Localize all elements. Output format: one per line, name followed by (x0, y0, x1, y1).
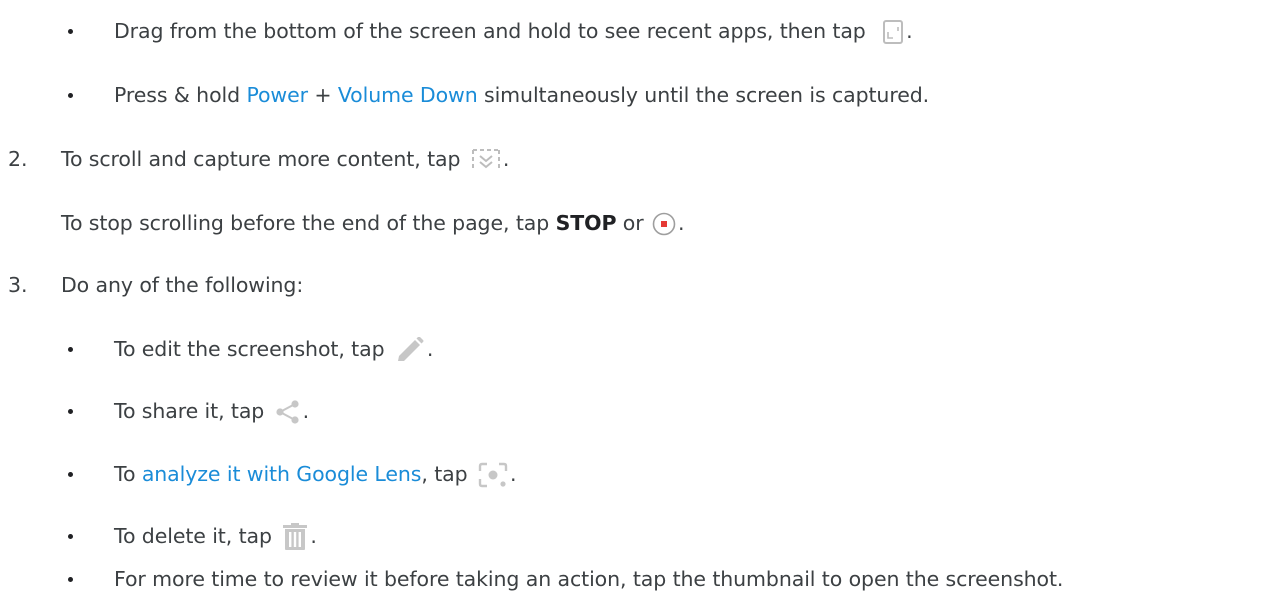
bullet (68, 75, 78, 115)
instruction-period: . (906, 19, 913, 43)
instruction-text: To share it, tap (114, 399, 265, 423)
instruction-period: . (502, 147, 510, 171)
instruction-line-edit: To edit the screenshot, tap . (114, 329, 433, 369)
bullet (68, 11, 78, 51)
instruction-text: , tap (421, 462, 468, 486)
bullet (68, 329, 78, 369)
instruction-text: To (114, 462, 142, 486)
instruction-line-power-volume: Press & hold Power + Volume Down simulta… (114, 75, 929, 115)
instruction-line-stop: To stop scrolling before the end of the … (61, 203, 685, 243)
instruction-line-review: For more time to review it before taking… (114, 559, 1063, 599)
instruction-text: simultaneously until the screen is captu… (477, 83, 930, 107)
instruction-line-delete: To delete it, tap . (114, 516, 317, 556)
instruction-period: . (677, 211, 685, 235)
instruction-period: . (310, 524, 317, 548)
instruction-text: + (307, 83, 338, 107)
instruction-period: . (426, 337, 434, 361)
share-icon (275, 400, 301, 424)
instruction-text: Drag from the bottom of the screen and h… (114, 19, 866, 43)
step-number: 2. (8, 147, 28, 171)
volume-down-link[interactable]: Volume Down (338, 83, 478, 107)
google-lens-link[interactable]: analyze it with Google Lens (142, 462, 422, 486)
power-link[interactable]: Power (246, 83, 308, 107)
instruction-text: To stop scrolling before the end of the … (61, 211, 556, 235)
lens-icon (478, 462, 508, 488)
instruction-line-recent-apps: Drag from the bottom of the screen and h… (114, 11, 913, 51)
phone-screenshot-icon (882, 20, 904, 44)
instruction-period: . (509, 462, 517, 486)
bullet (68, 516, 78, 556)
bullet (68, 559, 78, 599)
bullet (68, 454, 78, 494)
instruction-text: To delete it, tap (114, 524, 272, 548)
instruction-line-scroll-capture: To scroll and capture more content, tap … (61, 139, 509, 179)
instruction-text: To edit the screenshot, tap (114, 337, 385, 361)
instruction-text: or (616, 211, 650, 235)
scroll-capture-icon (471, 148, 501, 172)
instruction-line-options: Do any of the following: (61, 265, 303, 305)
instruction-text: Press & hold (114, 83, 247, 107)
instruction-text: For more time to review it before taking… (114, 567, 1064, 591)
instruction-text: Do any of the following: (61, 273, 304, 297)
instruction-line-share: To share it, tap . (114, 391, 309, 431)
instruction-period: . (302, 399, 310, 423)
instruction-text: To scroll and capture more content, tap (61, 147, 461, 171)
trash-icon (282, 523, 308, 551)
pencil-icon (395, 337, 425, 363)
bullet (68, 391, 78, 431)
stop-record-icon (652, 212, 676, 236)
stop-label: STOP (555, 211, 617, 235)
step-number: 3. (8, 273, 28, 297)
instruction-line-lens: To analyze it with Google Lens, tap . (114, 454, 516, 494)
